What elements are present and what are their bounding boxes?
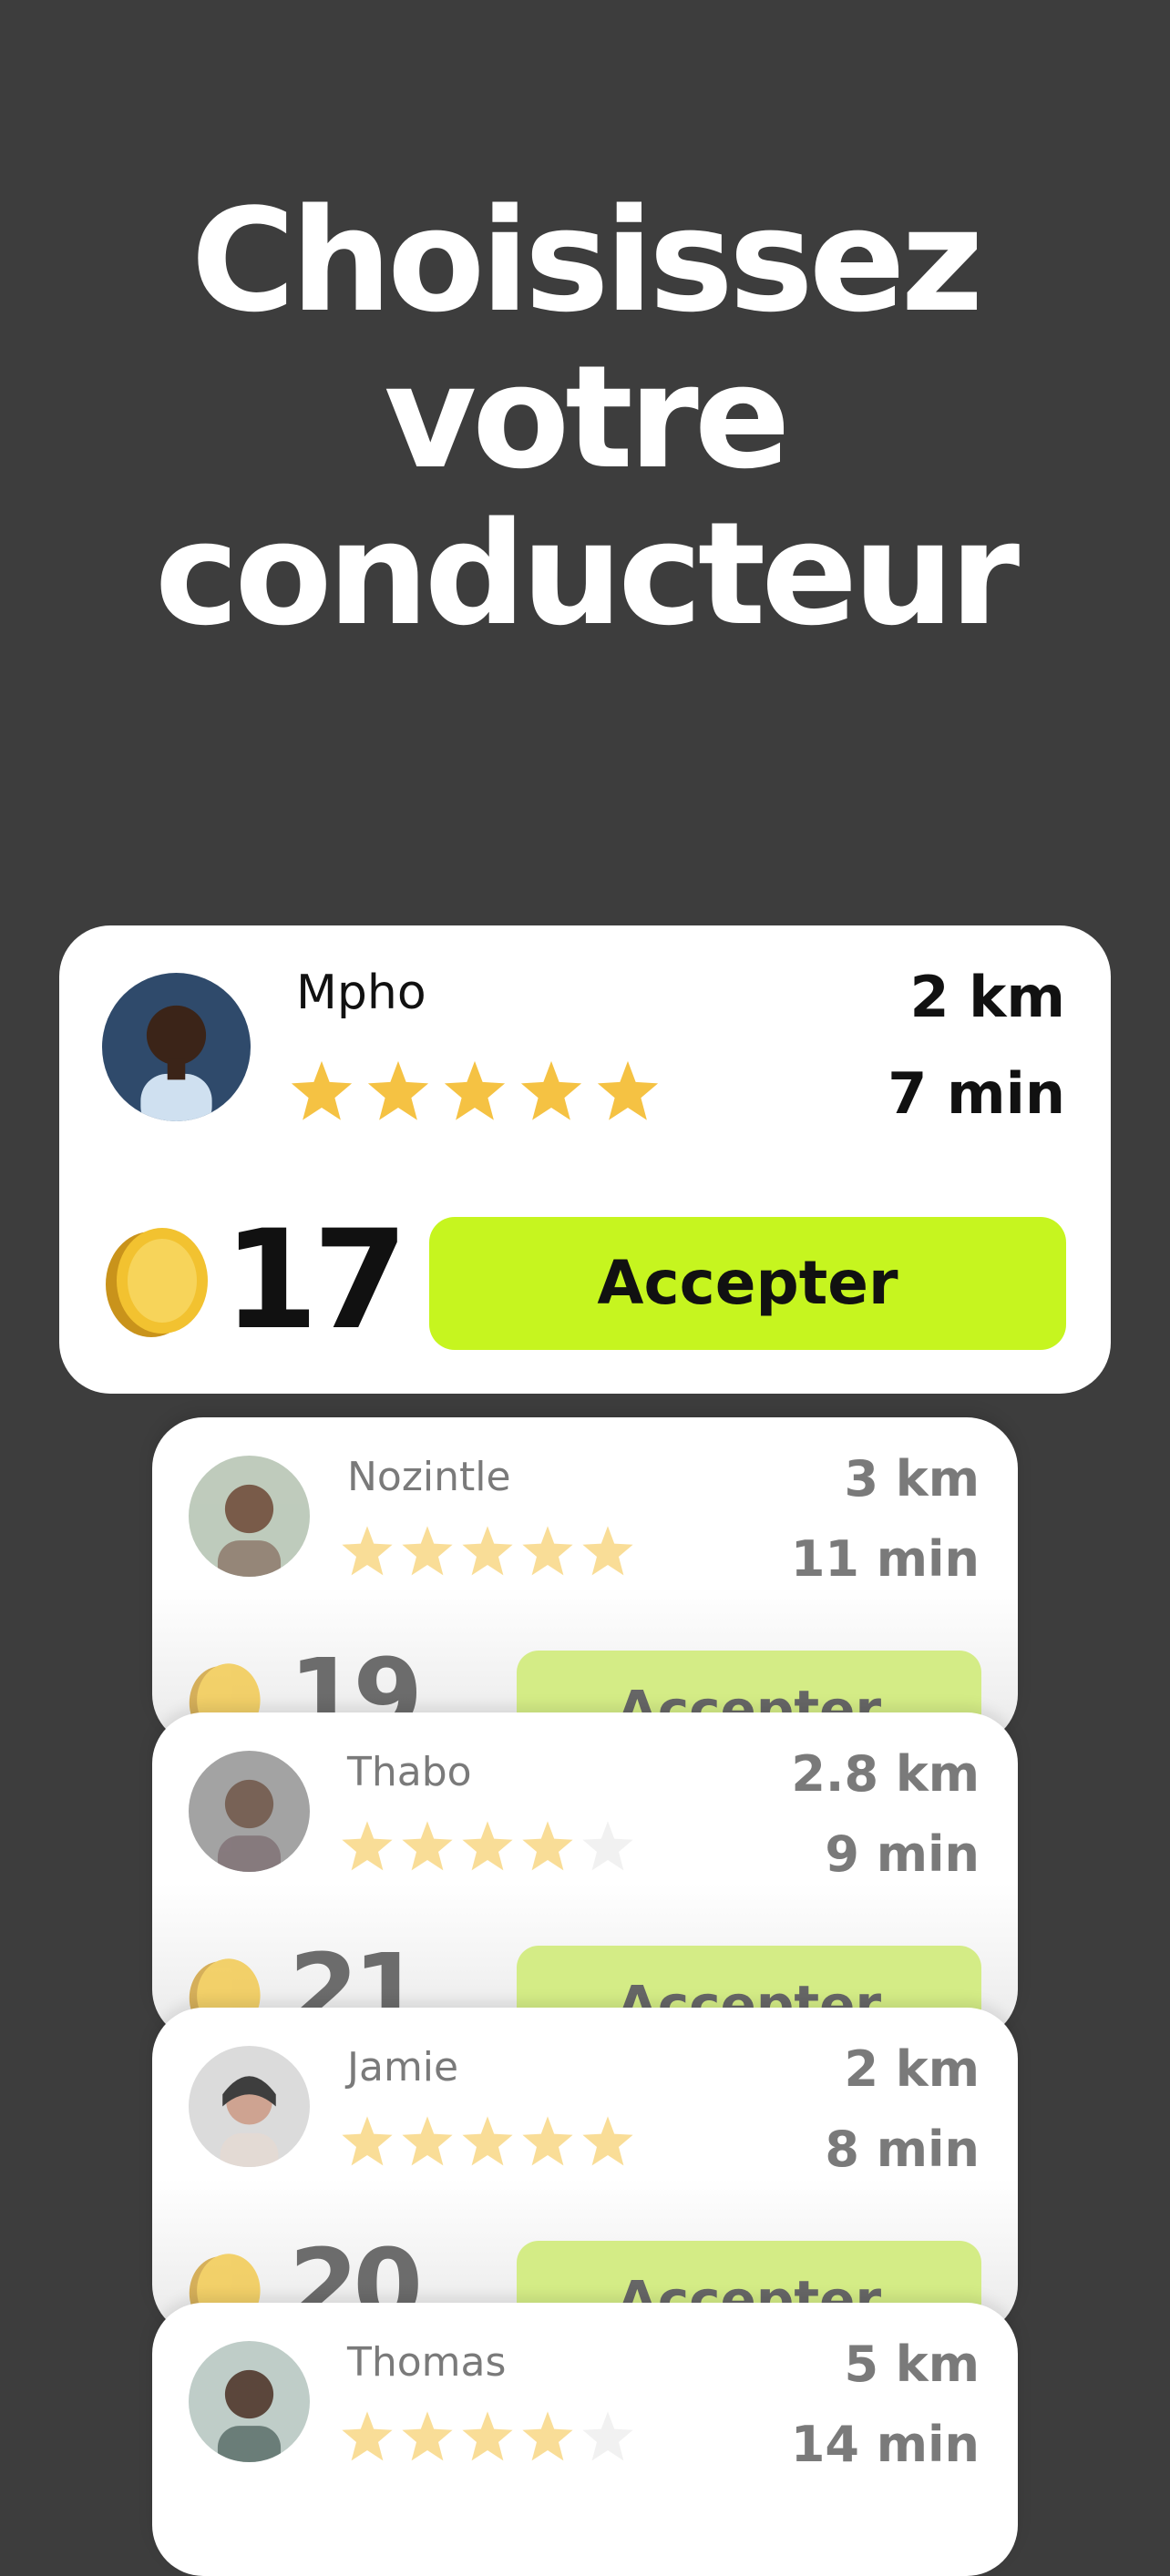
page-headline: Choisissez votre conducteur: [0, 182, 1170, 652]
star-filled-icon: [367, 1060, 429, 1120]
driver-rating: [340, 2409, 641, 2464]
star-filled-icon: [462, 1821, 513, 1871]
driver-card-featured: Mpho 2 km 7 min 17 Accepter: [59, 925, 1111, 1394]
star-filled-icon: [291, 1060, 353, 1120]
driver-avatar: [189, 1751, 310, 1872]
driver-card: Thomas 5 km 14 min: [152, 2303, 1018, 2576]
headline-line-3: conducteur: [154, 491, 1020, 657]
driver-eta: 14 min: [790, 2416, 980, 2473]
driver-distance: 5 km: [844, 2336, 980, 2393]
driver-name: Thomas: [347, 2339, 507, 2386]
driver-avatar: [102, 973, 251, 1121]
driver-card: Thabo 2.8 km 9 min 21 Accepter: [152, 1712, 1018, 2040]
driver-eta: 9 min: [825, 1825, 980, 1883]
driver-rating: [340, 1524, 641, 1579]
star-filled-icon: [342, 1526, 393, 1576]
driver-rating: [340, 1819, 641, 1874]
driver-avatar: [189, 1456, 310, 1577]
driver-distance: 3 km: [844, 1450, 980, 1508]
driver-avatar: [189, 2341, 310, 2462]
star-filled-icon: [522, 2411, 573, 2461]
driver-rating: [289, 1058, 672, 1124]
star-filled-icon: [597, 1060, 659, 1120]
star-filled-icon: [520, 1060, 582, 1120]
accept-button[interactable]: Accepter: [429, 1217, 1066, 1350]
star-filled-icon: [342, 2411, 393, 2461]
star-filled-icon: [462, 2411, 513, 2461]
star-empty-icon: [582, 1821, 633, 1871]
star-filled-icon: [342, 1821, 393, 1871]
star-filled-icon: [444, 1060, 506, 1120]
driver-distance: 2.8 km: [791, 1745, 980, 1803]
star-filled-icon: [402, 1821, 453, 1871]
star-filled-icon: [522, 1526, 573, 1576]
star-filled-icon: [342, 2116, 393, 2166]
driver-name: Mpho: [296, 966, 426, 1020]
star-filled-icon: [582, 2116, 633, 2166]
star-filled-icon: [402, 2116, 453, 2166]
star-filled-icon: [462, 2116, 513, 2166]
coin-icon: [102, 1226, 210, 1339]
driver-rating: [340, 2114, 641, 2169]
driver-card: Nozintle 3 km 11 min 19 Accepter: [152, 1417, 1018, 1745]
star-filled-icon: [522, 2116, 573, 2166]
driver-name: Thabo: [347, 1749, 472, 1795]
driver-eta: 11 min: [790, 1530, 980, 1588]
driver-name: Jamie: [347, 2044, 459, 2090]
star-filled-icon: [402, 1526, 453, 1576]
star-filled-icon: [462, 1526, 513, 1576]
star-empty-icon: [582, 2411, 633, 2461]
star-filled-icon: [582, 1526, 633, 1576]
headline-line-2: votre: [384, 334, 790, 500]
driver-distance: 2 km: [909, 964, 1065, 1030]
star-filled-icon: [402, 2411, 453, 2461]
star-filled-icon: [522, 1821, 573, 1871]
fare-amount: 17: [223, 1201, 408, 1360]
headline-line-1: Choisissez: [190, 178, 984, 343]
driver-card: Jamie 2 km 8 min 20 Accepter: [152, 2008, 1018, 2336]
driver-eta: 7 min: [888, 1060, 1065, 1127]
driver-name: Nozintle: [347, 1454, 511, 1500]
driver-avatar: [189, 2046, 310, 2167]
driver-distance: 2 km: [844, 2040, 980, 2098]
driver-eta: 8 min: [825, 2121, 980, 2178]
